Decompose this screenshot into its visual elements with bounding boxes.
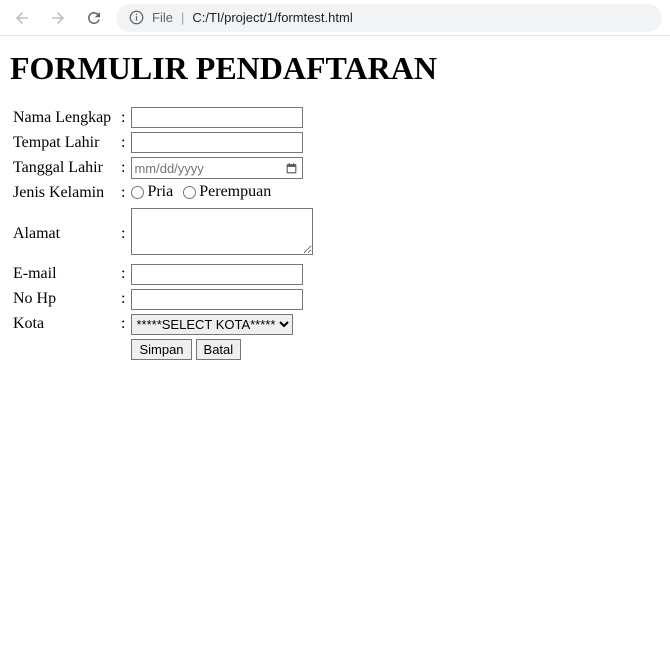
pria-radio[interactable]: [131, 186, 144, 199]
colon: :: [118, 287, 128, 312]
tanggal-label: Tanggal Lahir: [10, 155, 118, 181]
alamat-textarea[interactable]: [131, 208, 313, 255]
email-input[interactable]: [131, 264, 303, 285]
colon: :: [118, 181, 128, 206]
info-icon: [128, 10, 144, 26]
arrow-right-icon: [49, 9, 67, 27]
tanggal-input[interactable]: mm/dd/yyyy: [131, 157, 303, 179]
perempuan-label: Perempuan: [199, 183, 271, 201]
url-path: C:/TI/project/1/formtest.html: [192, 10, 352, 25]
nama-input[interactable]: [131, 107, 303, 128]
page-content: FORMULIR PENDAFTARAN Nama Lengkap : Temp…: [0, 36, 670, 376]
date-placeholder: mm/dd/yyyy: [134, 161, 203, 176]
reload-icon: [85, 9, 103, 27]
email-label: E-mail: [10, 262, 118, 287]
colon: :: [118, 105, 128, 130]
alamat-label: Alamat: [10, 206, 118, 262]
url-prefix: File: [152, 10, 173, 25]
nohp-label: No Hp: [10, 287, 118, 312]
colon: :: [118, 130, 128, 155]
colon: :: [118, 155, 128, 181]
kota-select[interactable]: *****SELECT KOTA*****: [131, 314, 293, 335]
batal-button[interactable]: Batal: [196, 339, 242, 360]
forward-button[interactable]: [44, 4, 72, 32]
back-button[interactable]: [8, 4, 36, 32]
pria-label: Pria: [147, 183, 173, 201]
tempat-label: Tempat Lahir: [10, 130, 118, 155]
perempuan-radio[interactable]: [183, 186, 196, 199]
colon: :: [118, 206, 128, 262]
tempat-input[interactable]: [131, 132, 303, 153]
colon: :: [118, 262, 128, 287]
nohp-input[interactable]: [131, 289, 303, 310]
calendar-icon[interactable]: [284, 161, 298, 175]
address-bar[interactable]: File | C:/TI/project/1/formtest.html: [116, 4, 662, 32]
arrow-left-icon: [13, 9, 31, 27]
url-separator: |: [181, 10, 184, 25]
colon: :: [118, 312, 128, 337]
browser-toolbar: File | C:/TI/project/1/formtest.html: [0, 0, 670, 36]
jenis-label: Jenis Kelamin: [10, 181, 118, 206]
page-title: FORMULIR PENDAFTARAN: [10, 50, 660, 87]
nama-label: Nama Lengkap: [10, 105, 118, 130]
reload-button[interactable]: [80, 4, 108, 32]
kota-label: Kota: [10, 312, 118, 337]
registration-form: Nama Lengkap : Tempat Lahir : Tanggal La…: [10, 105, 316, 362]
simpan-button[interactable]: Simpan: [131, 339, 191, 360]
